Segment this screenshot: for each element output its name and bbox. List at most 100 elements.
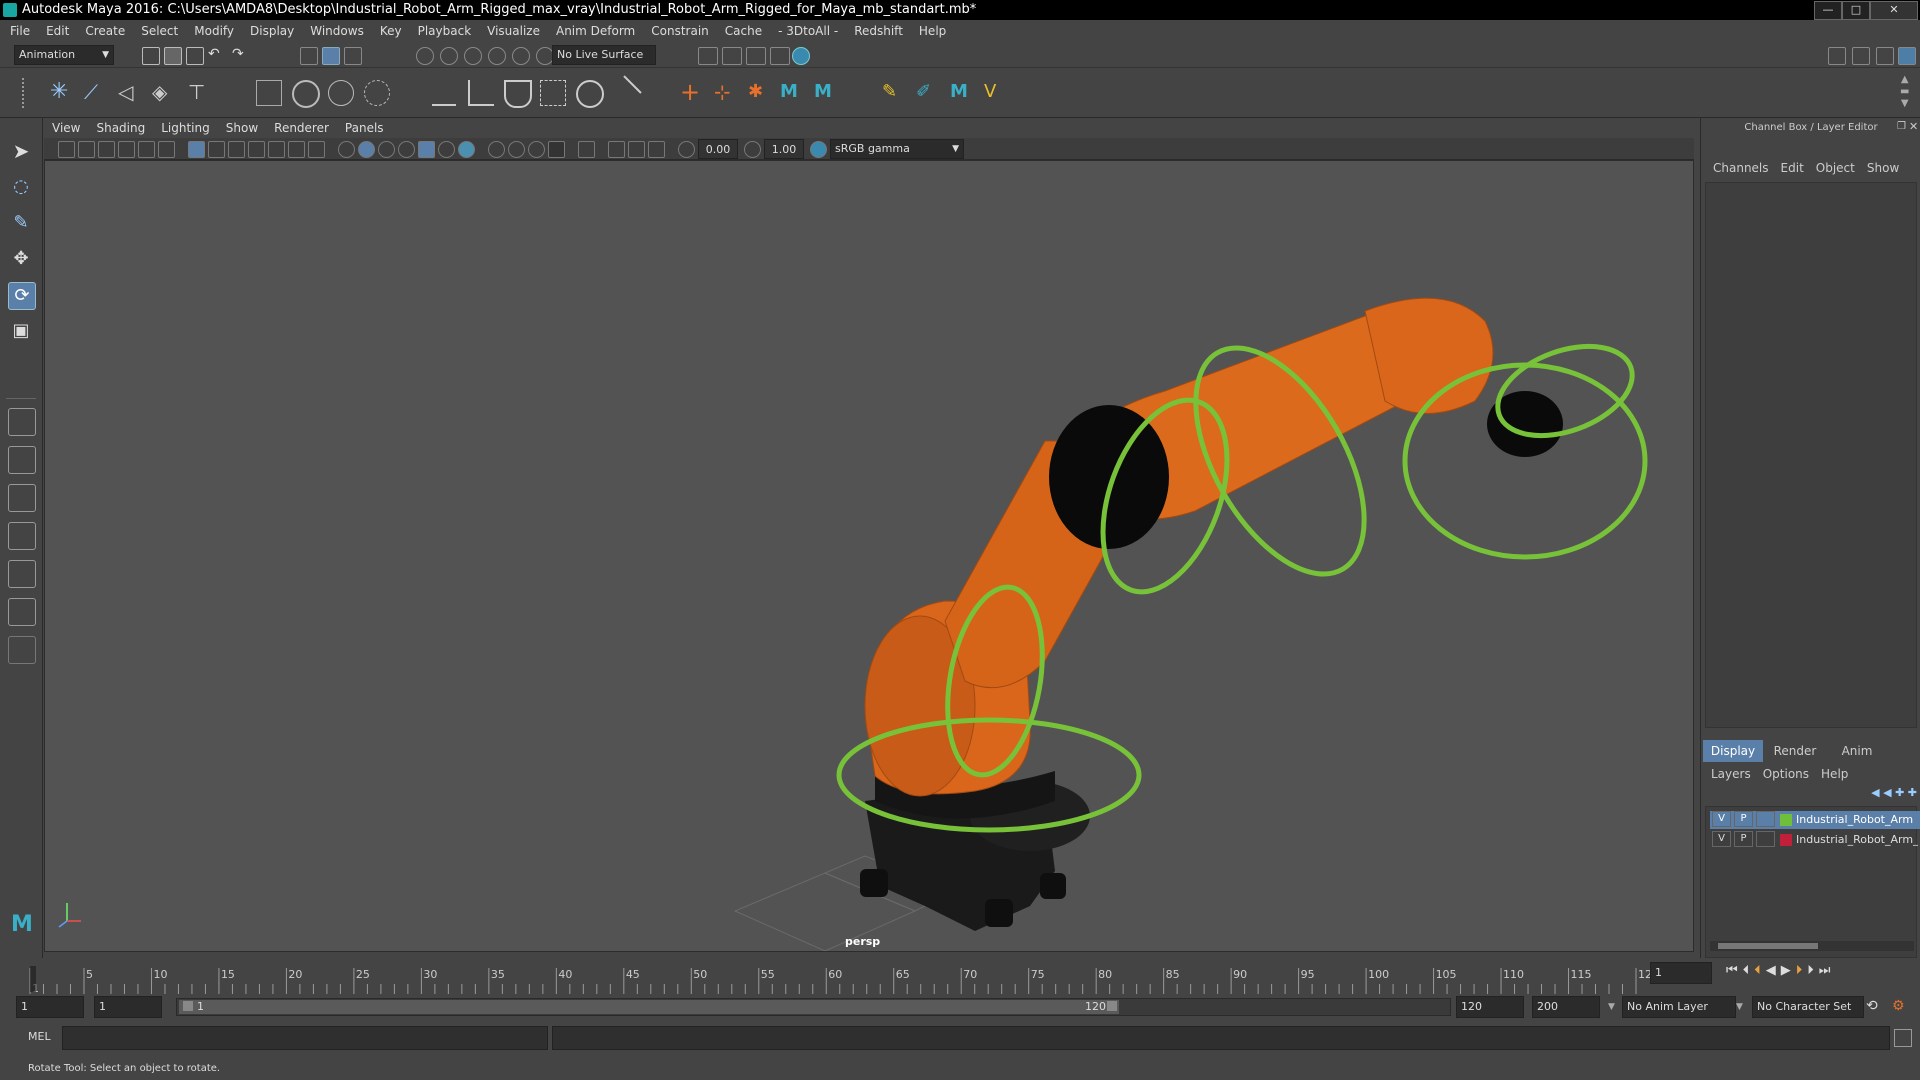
animation-prefs-icon[interactable]: ⚙	[1892, 998, 1905, 1014]
object-menu[interactable]: Object	[1810, 158, 1861, 178]
menu-select[interactable]: Select	[133, 20, 186, 42]
time-ruler[interactable]: 1510152025303540455055606570758085909510…	[26, 958, 1666, 996]
move-layer-down-icon[interactable]: ◀	[1883, 786, 1891, 799]
undo-icon[interactable]: ↶	[208, 46, 220, 62]
time-slider[interactable]: 1510152025303540455055606570758085909510…	[0, 958, 1920, 996]
show-menu[interactable]: Show	[1861, 158, 1905, 178]
vector-icon[interactable]: V	[984, 80, 1008, 104]
scale-constraint-icon[interactable]	[540, 80, 566, 106]
bookmark-icon[interactable]	[98, 141, 115, 158]
two-d-pan-icon[interactable]	[138, 141, 155, 158]
viewport-menu-panels[interactable]: Panels	[337, 118, 392, 138]
options-menu[interactable]: Options	[1757, 764, 1815, 784]
safe-action-icon[interactable]	[288, 141, 305, 158]
menu-constrain[interactable]: Constrain	[643, 20, 717, 42]
color-management-icon[interactable]	[810, 141, 827, 158]
scale-tool-icon[interactable]: ▣	[8, 318, 34, 344]
motion-blur-icon[interactable]	[488, 141, 505, 158]
render-settings-icon[interactable]	[698, 47, 718, 65]
shelf-handle-icon[interactable]	[22, 78, 30, 108]
lasso-tool-icon[interactable]: ◌	[8, 174, 34, 200]
layer-row[interactable]: V P Industrial_Robot_Arm_	[1710, 831, 1920, 849]
layer-row[interactable]: V P Industrial_Robot_Arm	[1710, 811, 1920, 829]
channels-menu[interactable]: Channels	[1701, 158, 1775, 178]
snap-grid-icon[interactable]	[416, 47, 434, 65]
menu-file[interactable]: File	[0, 20, 38, 42]
wrap-icon[interactable]	[328, 80, 354, 106]
persp-graph-layout-icon[interactable]	[8, 522, 36, 550]
hypershade-icon[interactable]	[792, 47, 810, 65]
viewport-menu-show[interactable]: Show	[218, 118, 266, 138]
menu-set-dropdown[interactable]: Animation ▼	[14, 45, 114, 65]
safe-title-icon[interactable]	[308, 141, 325, 158]
menu-redshift[interactable]: Redshift	[846, 20, 911, 42]
layer-playback-toggle[interactable]: P	[1734, 811, 1753, 827]
menu-create[interactable]: Create	[77, 20, 133, 42]
render-frame-icon[interactable]	[722, 47, 742, 65]
modeling-toolkit-icon[interactable]	[1828, 47, 1846, 65]
menu-display[interactable]: Display	[242, 20, 302, 42]
attribute-editor-icon[interactable]	[1852, 47, 1870, 65]
isolate-select-icon[interactable]	[548, 141, 565, 158]
side-by-side-layout-icon[interactable]	[8, 484, 36, 512]
select-tool-icon[interactable]: ➤	[8, 138, 34, 164]
shelf-scroll-icon[interactable]: ▲ ▬ ▼	[1900, 74, 1909, 110]
humanik-icon[interactable]: ⊤	[188, 80, 212, 104]
layer-visibility-toggle[interactable]: V	[1712, 811, 1731, 827]
select-object-icon[interactable]	[322, 47, 340, 65]
layers-menu[interactable]: Layers	[1705, 764, 1757, 784]
menu-3dtoall[interactable]: - 3DtoAll -	[770, 20, 846, 42]
current-frame-field[interactable]: 1	[1650, 962, 1712, 984]
close-panel-icon[interactable]: ✕	[1909, 120, 1918, 133]
playback-end-field[interactable]: 120	[1456, 996, 1524, 1018]
persp-outliner-layout-icon[interactable]	[8, 560, 36, 588]
end-time-field[interactable]: 200	[1532, 996, 1600, 1018]
step-back-key-icon[interactable]: ⏴	[1754, 963, 1766, 978]
layer-scrollbar[interactable]	[1710, 941, 1914, 951]
menu-windows[interactable]: Windows	[302, 20, 372, 42]
new-layer-icon[interactable]: ✚	[1895, 786, 1904, 799]
sculpt-icon[interactable]: ✐	[916, 80, 940, 104]
lattice-icon[interactable]	[256, 80, 282, 106]
field-chart-icon[interactable]	[268, 141, 285, 158]
auto-key-icon[interactable]: ⟲	[1866, 998, 1878, 1014]
viewport-menu-lighting[interactable]: Lighting	[153, 118, 218, 138]
maximize-button[interactable]: □	[1842, 1, 1870, 20]
range-slider-thumb[interactable]: 1 120	[179, 1000, 1119, 1014]
xray-active-icon[interactable]	[608, 141, 625, 158]
viewport-menu-view[interactable]: View	[44, 118, 88, 138]
start-time-field[interactable]: 1	[16, 996, 84, 1018]
snap-curve-icon[interactable]	[440, 47, 458, 65]
layer-help-menu[interactable]: Help	[1815, 764, 1854, 784]
play-backward-icon[interactable]: ◀	[1766, 963, 1781, 978]
cluster-icon[interactable]	[292, 80, 320, 108]
snap-surface-icon[interactable]	[512, 47, 530, 65]
live-surface-field[interactable]: No Live Surface	[552, 45, 656, 65]
menu-anim-deform[interactable]: Anim Deform	[548, 20, 643, 42]
layer-display-type-toggle[interactable]	[1756, 831, 1775, 847]
current-time-marker[interactable]	[30, 966, 36, 992]
xray-joints-icon[interactable]	[628, 141, 645, 158]
ik-handle-icon[interactable]: ⟋	[84, 80, 108, 104]
chevron-down-icon[interactable]: ▼	[1736, 996, 1748, 1018]
parent-constraint-icon[interactable]	[576, 80, 604, 108]
mash-icon[interactable]: M	[780, 80, 804, 104]
go-to-end-icon[interactable]: ⏭	[1819, 963, 1836, 978]
point-constraint-icon[interactable]	[432, 80, 456, 106]
character-set-dropdown[interactable]: No Character Set	[1752, 996, 1864, 1018]
redo-icon[interactable]: ↷	[232, 46, 244, 62]
grid-icon[interactable]	[188, 141, 205, 158]
ipr-render-icon[interactable]	[746, 47, 766, 65]
use-all-lights-icon[interactable]	[418, 141, 435, 158]
outliner-layout-icon[interactable]	[8, 598, 36, 626]
tab-render[interactable]: Render	[1765, 740, 1825, 762]
view-transform-dropdown[interactable]: sRGB gamma ▼	[830, 139, 964, 159]
exposure-field[interactable]: 0.00	[698, 139, 738, 159]
blendshape-icon[interactable]	[364, 80, 390, 106]
select-hierarchy-icon[interactable]	[300, 47, 318, 65]
paint-select-icon[interactable]: ✎	[8, 210, 34, 236]
four-pane-layout-icon[interactable]	[8, 446, 36, 474]
layer-color-swatch[interactable]	[1780, 834, 1792, 846]
close-button[interactable]: ✕	[1870, 1, 1918, 20]
play-forward-icon[interactable]: ▶	[1781, 963, 1796, 978]
